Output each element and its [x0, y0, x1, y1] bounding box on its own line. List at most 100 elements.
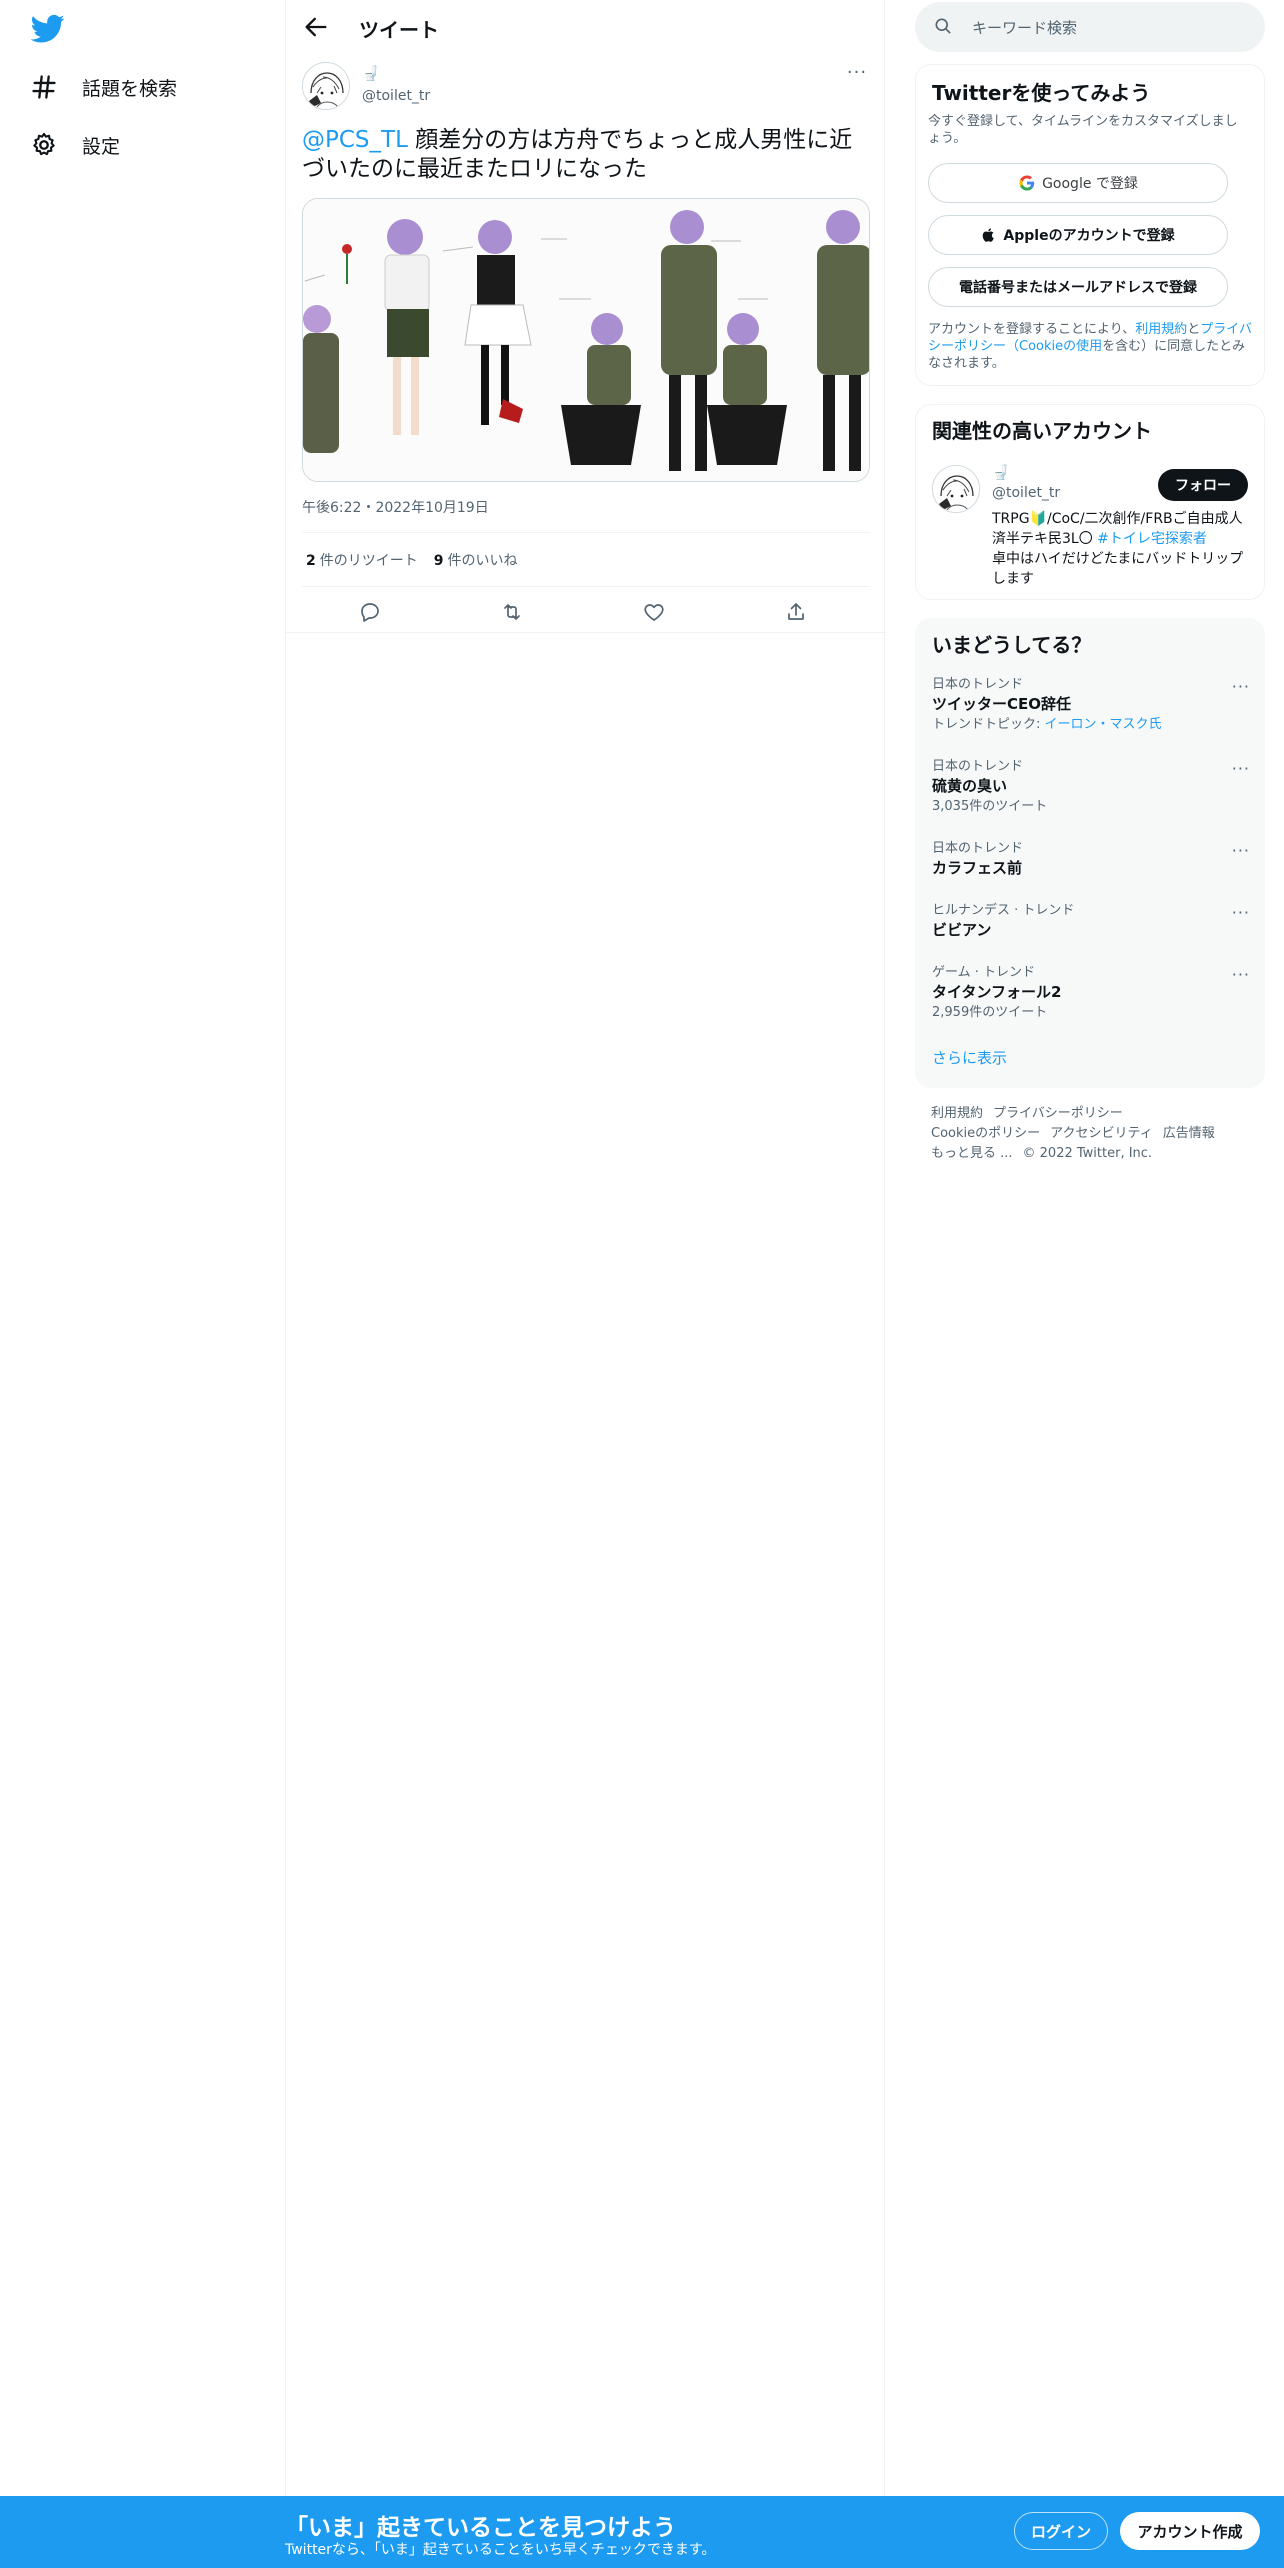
like-heart-icon[interactable] [642, 600, 666, 624]
signup-panel: Twitterを使ってみよう 今すぐ登録して、タイムラインをカスタマイズしましょ… [915, 64, 1265, 386]
follow-button[interactable]: フォロー [1158, 469, 1248, 501]
user-handle[interactable]: @toilet_tr [362, 88, 430, 104]
login-button[interactable]: ログイン [1014, 2512, 1108, 2550]
user-display-name[interactable]: 🚽 [362, 66, 379, 82]
trend-more-icon[interactable]: ··· [1232, 677, 1250, 696]
recommended-bio: TRPG🔰/CoC/二次創作/FRBご自由成人済半テキ民3L〇 #トイレ宅探索者… [992, 509, 1254, 589]
divider [286, 632, 886, 633]
trend-tweet-count: 2,959件のツイート [932, 1005, 1048, 1020]
avatar-illustration [303, 63, 349, 109]
retweet-icon[interactable] [500, 600, 524, 624]
trend-topic-prefix: トレンドトピック: [932, 717, 1045, 732]
reply-icon[interactable] [358, 600, 382, 624]
phone-signup-label: 電話番号またはメールアドレスで登録 [959, 280, 1197, 296]
footer-terms-link[interactable]: 利用規約 [931, 1106, 983, 1121]
avatar[interactable] [302, 62, 350, 110]
recommended-display-name[interactable]: 🚽 [992, 465, 1009, 481]
trend-item[interactable]: ヒルナンデス · トレンド ビビアン ··· [932, 903, 1250, 941]
apple-icon [983, 228, 995, 242]
mention-link[interactable]: @PCS_TL [302, 127, 408, 153]
share-icon[interactable] [784, 600, 808, 624]
bottom-signup-bar: 「いま」起きていることを見つけよう Twitterなら、「いま」起きていることを… [0, 2496, 1284, 2568]
terms-link[interactable]: 利用規約 [1135, 322, 1187, 337]
trend-topic: トレンドトピック: イーロン・マスク氏 [932, 716, 1250, 733]
divider [302, 532, 870, 533]
trend-item[interactable]: 日本のトレンド ツイッターCEO辞任 トレンドトピック: イーロン・マスク氏 ·… [932, 677, 1250, 733]
trend-meta: 日本のトレンド [932, 759, 1024, 774]
tweet-text: @PCS_TL 顔差分の方は方舟でちょっと成人男性に近づいたのに最近またロリにな… [302, 126, 870, 184]
trends-title: いまどうしてる？ [932, 633, 1092, 657]
footer-cookie-link[interactable]: Cookieのポリシー [931, 1126, 1040, 1141]
trend-tweet-count: 3,035件のツイート [932, 799, 1048, 814]
trend-more-icon[interactable]: ··· [1232, 841, 1250, 860]
footer-accessibility-link[interactable]: アクセシビリティ [1050, 1126, 1153, 1141]
footer-more-link[interactable]: もっと見る ... [931, 1146, 1013, 1161]
back-arrow-icon[interactable] [302, 13, 330, 41]
signup-title: Twitterを使ってみよう [932, 81, 1151, 105]
trend-more-icon[interactable]: ··· [1232, 903, 1250, 922]
divider [302, 586, 870, 587]
trend-topic-link[interactable]: イーロン・マスク氏 [1045, 717, 1162, 732]
avatar[interactable] [932, 465, 980, 513]
apple-signup-label: Appleのアカウントで登録 [1003, 228, 1175, 244]
show-more-link[interactable]: さらに表示 [932, 1047, 1007, 1068]
search-icon [935, 18, 951, 34]
tweet-actions [302, 592, 870, 632]
google-signup-button[interactable]: Google で登録 [928, 163, 1228, 203]
bio-hashtag-link[interactable]: #トイレ宅探索者 [1097, 531, 1207, 547]
nav-item-settings[interactable]: 設定 [30, 120, 120, 170]
gear-icon [33, 132, 55, 156]
apple-signup-button[interactable]: Appleのアカウントで登録 [928, 215, 1228, 255]
trends-panel: いまどうしてる？ 日本のトレンド ツイッターCEO辞任 トレンドトピック: イー… [915, 618, 1265, 1088]
trend-name: ツイッターCEO辞任 [932, 695, 1072, 713]
hashtag-icon [32, 75, 56, 99]
google-icon [1019, 175, 1035, 191]
signup-legal-text: アカウントを登録することにより、利用規約とプライバシーポリシー（Cookieの使… [928, 321, 1252, 372]
recommended-accounts-panel: 関連性の高いアカウント 🚽 @toilet_tr フォロー TRPG🔰/CoC/… [915, 404, 1265, 600]
recommended-handle[interactable]: @toilet_tr [992, 485, 1060, 501]
footer-links: 利用規約 プライバシーポリシー Cookieのポリシー アクセシビリティ 広告情報 も… [931, 1104, 1251, 1164]
bottom-bar-title: 「いま」起きていることを見つけよう [285, 2515, 676, 2541]
nav-item-label: 話題を検索 [82, 77, 178, 100]
nav-item-explore[interactable]: 話題を検索 [30, 62, 177, 112]
recommend-title: 関連性の高いアカウント [932, 419, 1152, 443]
retweet-count: 2 [306, 553, 316, 569]
trend-name: タイタンフォール2 [932, 983, 1062, 1001]
retweet-stat[interactable]: 2 件のリツイート [306, 550, 418, 570]
search-input[interactable]: キーワード検索 [915, 2, 1265, 52]
left-navigation: 話題を検索 設定 [0, 0, 285, 2568]
avatar-illustration [933, 466, 979, 512]
cookie-link[interactable]: Cookieの使用 [1019, 339, 1102, 354]
search-placeholder: キーワード検索 [972, 19, 1078, 37]
like-label: 件のいいね [447, 553, 518, 569]
signup-subtitle: 今すぐ登録して、タイムラインをカスタマイズしましょう。 [928, 114, 1238, 146]
twitter-bird-icon[interactable] [31, 14, 65, 44]
more-options-icon[interactable]: ··· [844, 64, 870, 86]
create-account-button[interactable]: アカウント作成 [1120, 2512, 1260, 2550]
trend-more-icon[interactable]: ··· [1232, 759, 1250, 778]
trend-more-icon[interactable]: ··· [1232, 965, 1250, 984]
phone-email-signup-button[interactable]: 電話番号またはメールアドレスで登録 [928, 267, 1228, 307]
like-count: 9 [433, 553, 444, 569]
trend-item[interactable]: ゲーム · トレンド タイタンフォール2 2,959件のツイート ··· [932, 965, 1250, 1021]
like-stat[interactable]: 9 件のいいね [434, 550, 518, 570]
trend-item[interactable]: 日本のトレンド 硫黄の臭い 3,035件のツイート ··· [932, 759, 1250, 815]
trend-meta: 日本のトレンド [932, 677, 1024, 692]
trend-name: カラフェス前 [932, 859, 1023, 877]
character-sheet-illustration [303, 199, 869, 481]
tweet-image[interactable] [302, 198, 870, 482]
tweet-timestamp[interactable]: 午後6:22・2022年10月19日 [302, 497, 489, 517]
main-column: ツイート 🚽 @toilet_tr ··· @PCS_TL 顔差分の方は方舟でち… [285, 0, 886, 2496]
trend-meta: ゲーム · トレンド [932, 965, 1036, 980]
page-title: ツイート [359, 18, 439, 42]
trend-meta: 日本のトレンド [932, 841, 1024, 856]
trend-meta: ヒルナンデス · トレンド [932, 903, 1075, 918]
tweet-stats: 2 件のリツイート 9 件のいいね [306, 550, 518, 570]
legal-paren: （ [1006, 339, 1020, 354]
copyright: © 2022 Twitter, Inc. [1022, 1146, 1153, 1161]
footer-privacy-link[interactable]: プライバシーポリシー [993, 1106, 1123, 1121]
trend-item[interactable]: 日本のトレンド カラフェス前 ··· [932, 841, 1250, 879]
footer-ads-link[interactable]: 広告情報 [1163, 1126, 1215, 1141]
trend-name: ビビアン [932, 921, 992, 939]
page-header: ツイート [286, 0, 886, 54]
